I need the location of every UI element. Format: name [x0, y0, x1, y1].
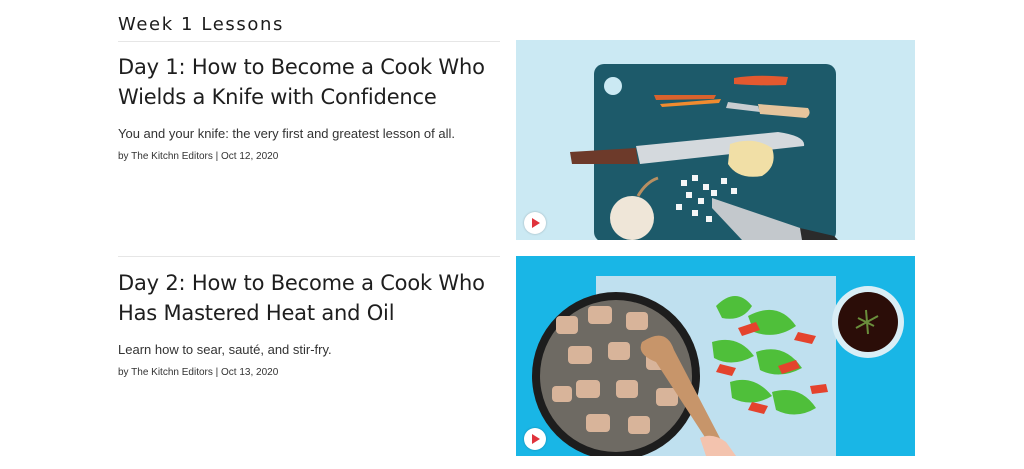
- lesson-text-block: Day 2: How to Become a Cook Who Has Mast…: [118, 268, 500, 378]
- play-icon[interactable]: [524, 212, 546, 234]
- lesson-title-line1[interactable]: Day 2: How to Become a Cook Who: [118, 268, 500, 298]
- lesson-divider: [118, 256, 500, 257]
- lesson-description: You and your knife: the very first and g…: [118, 126, 455, 141]
- knife-board-image: [516, 40, 915, 240]
- lesson-thumbnail-knife[interactable]: [516, 40, 915, 240]
- lesson-description: Learn how to sear, sauté, and stir-fry.: [118, 342, 332, 357]
- lesson-title[interactable]: Day 1: How to Become a Cook Who Wields a…: [118, 52, 500, 112]
- lesson-meta: by The Kitchn Editors | Oct 13, 2020: [118, 367, 279, 378]
- lesson-title-line2[interactable]: Wields a Knife with Confidence: [118, 82, 500, 112]
- lesson-title-line1[interactable]: Day 1: How to Become a Cook Who: [118, 52, 500, 82]
- lesson-text-block: Day 1: How to Become a Cook Who Wields a…: [118, 52, 500, 162]
- lesson-title-line2[interactable]: Has Mastered Heat and Oil: [118, 298, 500, 328]
- section-title: Week 1 Lessons: [118, 14, 284, 35]
- section-divider: [118, 41, 500, 42]
- lesson-title[interactable]: Day 2: How to Become a Cook Who Has Mast…: [118, 268, 500, 328]
- lesson-thumbnail-pan[interactable]: [516, 256, 915, 456]
- play-icon[interactable]: [524, 428, 546, 450]
- stir-fry-image: [516, 256, 915, 456]
- lesson-meta: by The Kitchn Editors | Oct 12, 2020: [118, 151, 279, 162]
